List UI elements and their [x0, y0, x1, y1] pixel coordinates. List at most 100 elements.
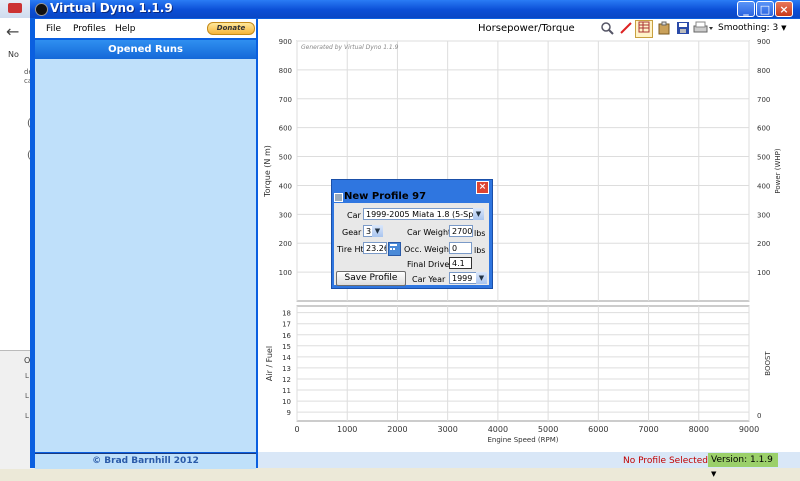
y2-tick-label: 500: [757, 154, 770, 162]
x-tick-label: 1000: [337, 425, 357, 434]
x-tick-label: 8000: [689, 425, 709, 434]
y-tick-label: 10: [282, 398, 291, 406]
car-label: Car: [347, 211, 361, 220]
occupant-weight-input[interactable]: 0: [449, 242, 472, 254]
y2-tick-label: 200: [757, 240, 770, 248]
chevron-down-icon[interactable]: ▼: [372, 225, 383, 237]
grid-icon[interactable]: [635, 20, 653, 38]
car-year-select[interactable]: 1999: [449, 272, 477, 284]
occupant-weight-unit: lbs: [474, 246, 486, 255]
pencil-icon[interactable]: [618, 21, 633, 36]
y-tick-label: 16: [282, 332, 291, 340]
back-arrow-icon: ←: [6, 22, 20, 41]
background-tab-icon: [8, 3, 22, 13]
smoothing-label: Smoothing: 3: [718, 23, 779, 33]
background-letter: L: [25, 392, 29, 400]
chevron-down-icon: ▼: [711, 470, 717, 478]
background-tab-fragment: No: [8, 50, 19, 59]
x-tick-label: 4000: [488, 425, 508, 434]
y-tick-label: 11: [282, 387, 291, 395]
final-drive-label: Final Drive: [407, 260, 450, 269]
x-tick-label: 6000: [588, 425, 608, 434]
x-tick-label: 0: [294, 425, 299, 434]
y2-tick-label: 900: [757, 38, 770, 46]
gear-label: Gear: [342, 228, 362, 237]
version-dropdown[interactable]: Version: 1.1.9 ▼: [708, 453, 778, 478]
y2-tick-label: 800: [757, 67, 770, 75]
y2-tick-label: 400: [757, 182, 770, 190]
y-tick-label: 14: [282, 354, 291, 362]
final-drive-input[interactable]: 4.1: [449, 257, 472, 269]
opened-runs-header: Opened Runs: [35, 40, 256, 59]
y2-tick-label: 0: [757, 412, 761, 420]
x-tick-label: 5000: [538, 425, 558, 434]
background-letter: L: [25, 372, 29, 380]
print-icon[interactable]: [693, 21, 715, 36]
save-profile-button[interactable]: Save Profile: [336, 271, 406, 286]
y2-tick-label: 600: [757, 125, 770, 133]
car-weight-unit: lbs: [474, 229, 486, 238]
y-tick-label: 12: [282, 376, 291, 384]
calculator-icon[interactable]: [388, 242, 401, 256]
y2-tick-label: 700: [757, 96, 770, 104]
window-title: Virtual Dyno 1.1.9: [50, 1, 173, 15]
tire-height-label: Tire Ht: [337, 245, 364, 254]
menu-file[interactable]: File: [46, 24, 61, 34]
y-tick-label: 15: [282, 343, 291, 351]
background-letter: L: [25, 412, 29, 420]
chevron-down-icon[interactable]: ▼: [476, 272, 487, 284]
chevron-down-icon[interactable]: ▼: [473, 208, 484, 220]
donate-button[interactable]: Donate: [207, 22, 255, 35]
car-select[interactable]: 1999-2005 Miata 1.8 (5-Spe: [363, 208, 475, 220]
profile-status-label: No Profile Selected: [623, 456, 708, 466]
power-axis-label: Power (WHP): [774, 148, 782, 194]
y-tick-label: 900: [279, 38, 292, 46]
chevron-down-icon: ▼: [781, 24, 787, 32]
tire-height-input[interactable]: 23.26: [363, 242, 387, 254]
y2-tick-label: 100: [757, 269, 770, 277]
chart-title: Horsepower/Torque: [478, 23, 575, 34]
credit-text: © Brad Barnhill 2012: [35, 453, 256, 469]
y-tick-label: 9: [287, 409, 291, 417]
minimize-button[interactable]: _: [737, 1, 755, 17]
dialog-icon: [334, 193, 343, 202]
x-tick-label: 3000: [437, 425, 457, 434]
close-button[interactable]: ×: [775, 1, 793, 17]
y-tick-label: 17: [282, 321, 291, 329]
app-icon: [35, 3, 48, 16]
smoothing-dropdown[interactable]: Smoothing: 3 ▼: [718, 23, 787, 33]
y-tick-label: 18: [282, 310, 291, 318]
car-year-label: Car Year: [412, 275, 446, 284]
x-tick-label: 2000: [387, 425, 407, 434]
background-bottom-panel: [0, 350, 34, 469]
y2-tick-label: 300: [757, 211, 770, 219]
save-icon[interactable]: [675, 21, 690, 36]
y-tick-label: 500: [279, 154, 292, 162]
dialog-close-button[interactable]: ×: [476, 181, 489, 194]
opened-runs-list[interactable]: [35, 59, 256, 452]
car-weight-label: Car Weight: [407, 228, 452, 237]
y-tick-label: 300: [279, 211, 292, 219]
version-label: Version: 1.1.9: [711, 455, 773, 465]
y-tick-label: 100: [279, 269, 292, 277]
chart-watermark: Generated by Virtual Dyno 1.1.9: [301, 44, 399, 51]
y-tick-label: 200: [279, 240, 292, 248]
magnifier-icon[interactable]: [599, 21, 614, 36]
y-tick-label: 13: [282, 365, 291, 373]
y-tick-label: 700: [279, 96, 292, 104]
paste-icon[interactable]: [656, 21, 671, 36]
profile-status[interactable]: No Profile Selected ▼: [623, 456, 716, 466]
boost-axis-label: BOOST: [764, 351, 772, 376]
rpm-axis-label: Engine Speed (RPM): [488, 436, 559, 444]
menu-help[interactable]: Help: [115, 24, 136, 34]
y-tick-label: 400: [279, 182, 292, 190]
x-tick-label: 7000: [638, 425, 658, 434]
menu-profiles[interactable]: Profiles: [73, 24, 106, 34]
dialog-title: New Profile 97: [344, 191, 427, 202]
y-tick-label: 800: [279, 67, 292, 75]
x-tick-label: 9000: [739, 425, 759, 434]
airfuel-axis-label: Air / Fuel: [265, 346, 274, 381]
maximize-button[interactable]: □: [756, 1, 774, 17]
torque-axis-label: Torque (N m): [263, 145, 272, 198]
car-weight-input[interactable]: 2700: [449, 225, 473, 237]
